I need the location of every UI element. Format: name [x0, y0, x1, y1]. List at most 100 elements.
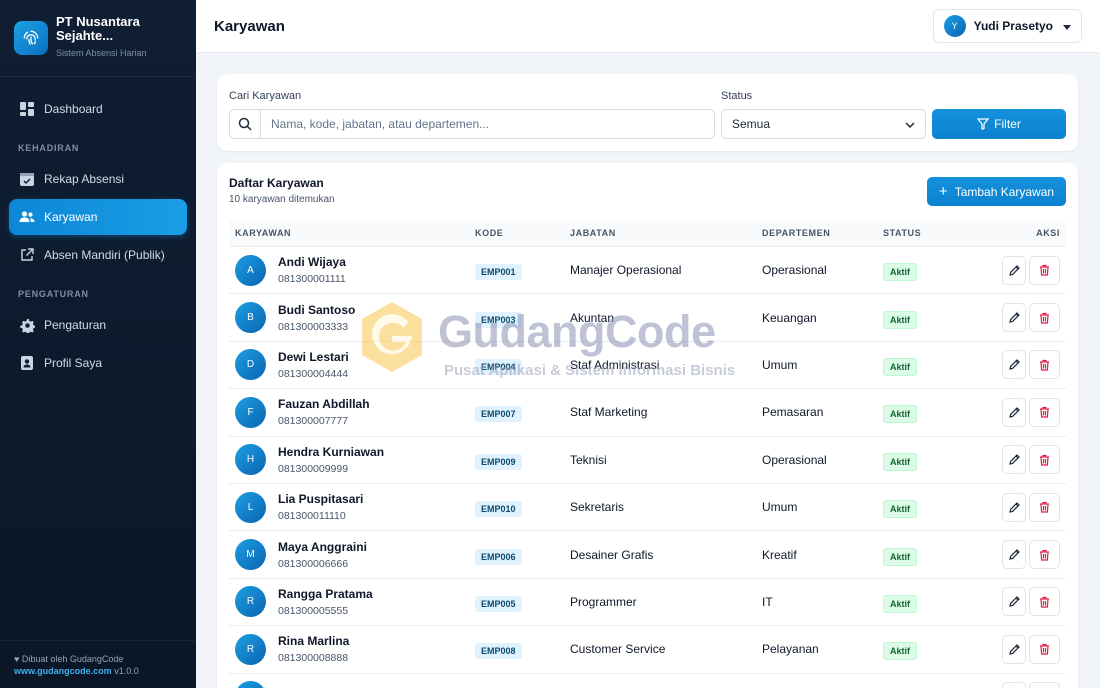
edit-button[interactable]	[1002, 255, 1026, 285]
employee-phone: 081300004444	[278, 367, 349, 380]
edit-button[interactable]	[1002, 634, 1026, 664]
app-subtitle: Sistem Absensi Harian	[56, 48, 147, 58]
edit-button[interactable]	[1002, 445, 1026, 475]
kode-badge: EMP008	[475, 643, 522, 660]
edit-button[interactable]	[1002, 682, 1026, 688]
avatar: R	[235, 633, 266, 665]
table-row: L Lia Puspitasari 081300011110 EMP010 Se…	[229, 484, 1066, 532]
gear-icon	[19, 317, 35, 333]
delete-button[interactable]	[1029, 540, 1060, 570]
sidebar-item-profil-saya[interactable]: Profil Saya	[9, 345, 187, 381]
employee-departemen: Operasional	[762, 263, 827, 278]
sidebar-item-dashboard[interactable]: Dashboard	[9, 91, 187, 127]
delete-button[interactable]	[1029, 634, 1060, 664]
edit-button[interactable]	[1002, 397, 1026, 427]
trash-icon	[1039, 312, 1050, 324]
plus-icon: +	[938, 182, 948, 200]
pencil-icon	[1008, 596, 1020, 608]
kode-badge: EMP001	[475, 264, 522, 281]
filter-button[interactable]: Filter	[932, 109, 1066, 139]
user-name: Yudi Prasetyo	[973, 19, 1053, 33]
list-title: Daftar Karyawan	[229, 176, 324, 190]
avatar: S	[235, 681, 266, 688]
table-body: A Andi Wijaya 081300001111 EMP001 Manaje…	[229, 247, 1066, 688]
table-row: H Hendra Kurniawan 081300009999 EMP009 T…	[229, 437, 1066, 484]
delete-button[interactable]	[1029, 445, 1060, 475]
avatar: R	[235, 586, 266, 618]
edit-button[interactable]	[1002, 350, 1026, 380]
employee-name: Hendra Kurniawan	[278, 444, 385, 459]
employee-name: Andi Wijaya	[278, 255, 346, 270]
trash-icon	[1039, 549, 1050, 561]
column-header-status: STATUS	[883, 228, 922, 238]
avatar: A	[235, 254, 266, 286]
status-select[interactable]: Semua	[721, 109, 926, 139]
sidebar-nav: Dashboard KEHADIRAN Rekap Absensi Karyaw…	[0, 77, 196, 381]
delete-button[interactable]	[1029, 587, 1060, 617]
sidebar-item-label: Profil Saya	[44, 356, 103, 370]
avatar: B	[235, 302, 266, 334]
edit-button[interactable]	[1002, 540, 1026, 570]
employee-name: Maya Anggraini	[278, 539, 367, 554]
sidebar-item-label: Absen Mandiri (Publik)	[44, 248, 165, 262]
status-badge: Aktif	[883, 594, 917, 613]
employee-name: Budi Santoso	[278, 302, 356, 317]
search-input[interactable]	[261, 117, 701, 131]
funnel-icon	[977, 118, 990, 130]
search-label: Cari Karyawan	[229, 90, 302, 102]
brand: PT Nusantara Sejahte... Sistem Absensi H…	[0, 0, 196, 77]
sidebar-item-absen-mandiri[interactable]: Absen Mandiri (Publik)	[9, 237, 187, 273]
employee-departemen: Pelayanan	[762, 642, 819, 657]
employee-phone: 081300003333	[278, 320, 349, 333]
status-badge: Aktif	[883, 310, 917, 329]
table-row: S Siti Nurhaliza	[229, 674, 1066, 688]
section-heading-pengaturan: PENGATURAN	[18, 289, 89, 299]
column-header-kode: KODE	[475, 228, 504, 238]
fingerprint-logo-icon	[14, 21, 48, 55]
site-link[interactable]: www.gudangcode.com	[14, 666, 112, 676]
kode-badge: EMP007	[475, 406, 522, 423]
employee-jabatan: Teknisi	[570, 452, 607, 467]
edit-button[interactable]	[1002, 587, 1026, 617]
sidebar-item-karyawan[interactable]: Karyawan	[9, 199, 187, 235]
employee-phone: 081300006666	[278, 557, 349, 570]
employee-name: Dewi Lestari	[278, 349, 349, 364]
chevron-down-icon	[905, 117, 915, 131]
status-badge: Aktif	[883, 405, 917, 424]
add-employee-button[interactable]: + Tambah Karyawan	[927, 177, 1066, 206]
user-menu-button[interactable]: Y Yudi Prasetyo	[932, 9, 1082, 43]
table-header: KARYAWAN KODE JABATAN DEPARTEMEN STATUS …	[229, 220, 1066, 247]
sidebar-item-rekap-absensi[interactable]: Rekap Absensi	[9, 161, 187, 197]
avatar: L	[235, 491, 266, 523]
users-icon	[19, 209, 35, 225]
employee-name: Lia Puspitasari	[278, 492, 364, 507]
page-title: Karyawan	[214, 17, 285, 35]
edit-button[interactable]	[1002, 492, 1026, 522]
kode-badge: EMP006	[475, 548, 522, 565]
delete-button[interactable]	[1029, 397, 1060, 427]
table-row: D Dewi Lestari 081300004444 EMP004 Staf …	[229, 342, 1066, 390]
delete-button[interactable]	[1029, 255, 1060, 285]
delete-button[interactable]	[1029, 303, 1060, 333]
delete-button[interactable]	[1029, 682, 1060, 688]
table-row: A Andi Wijaya 081300001111 EMP001 Manaje…	[229, 247, 1066, 295]
pencil-icon	[1008, 549, 1020, 560]
status-badge: Aktif	[883, 500, 917, 519]
employee-phone: 081300007777	[278, 415, 349, 428]
table-row: R Rangga Pratama 081300005555 EMP005 Pro…	[229, 579, 1066, 627]
employee-phone: 081300008888	[278, 652, 349, 665]
search-box	[229, 109, 715, 139]
avatar: D	[235, 349, 266, 381]
delete-button[interactable]	[1029, 492, 1060, 522]
employee-jabatan: Sekretaris	[570, 500, 625, 515]
edit-button[interactable]	[1002, 303, 1026, 333]
trash-icon	[1039, 406, 1050, 418]
delete-button[interactable]	[1029, 350, 1060, 380]
search-icon	[230, 110, 261, 138]
kode-badge: EMP003	[475, 311, 522, 328]
status-badge: Aktif	[883, 263, 917, 282]
sidebar-item-pengaturan[interactable]: Pengaturan	[9, 307, 187, 343]
sidebar-item-label: Karyawan	[44, 210, 98, 224]
sidebar-item-label: Dashboard	[44, 102, 103, 116]
employee-departemen: Kreatif	[762, 547, 797, 562]
